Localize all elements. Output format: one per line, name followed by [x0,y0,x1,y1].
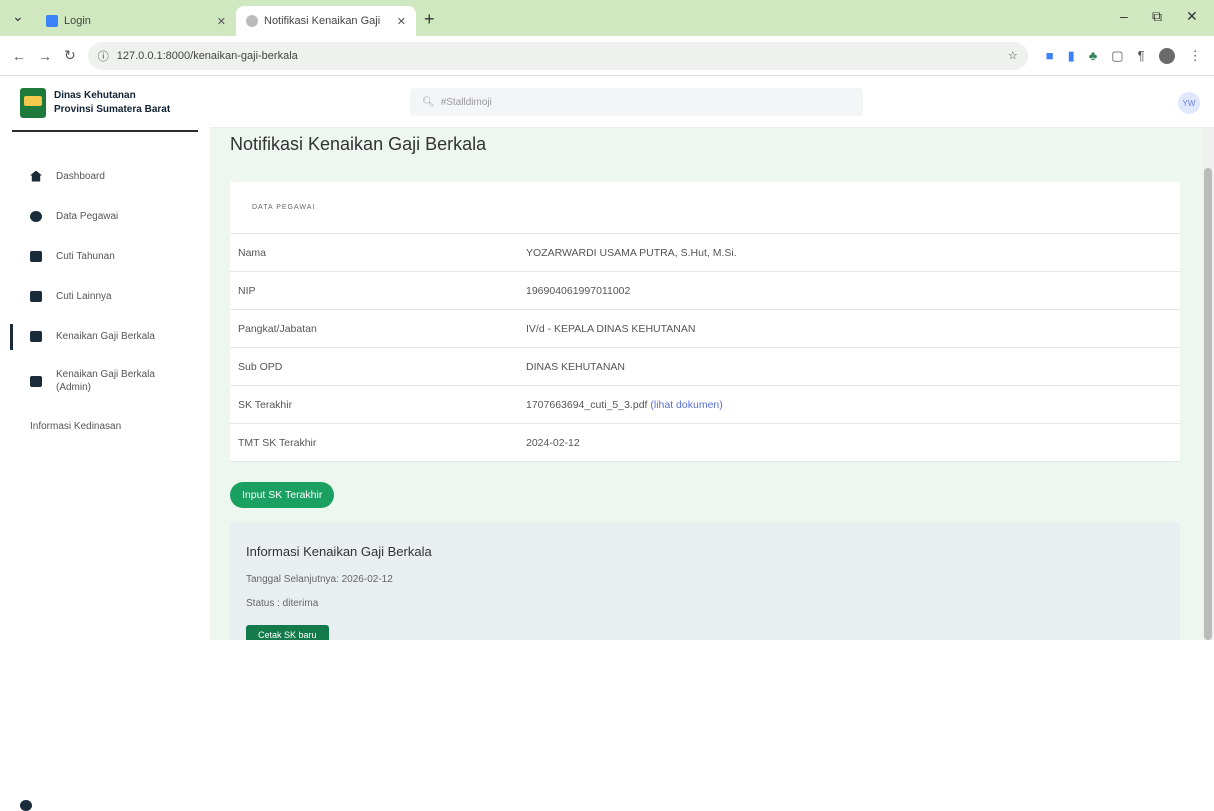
row-key: TMT SK Terakhir [238,436,317,449]
next-date: Tanggal Selanjutnya: 2026-02-12 [246,574,393,585]
row-key: Sub OPD [238,360,283,373]
table-row: Nama YOZARWARDI USAMA PUTRA, S.Hut, M.Si. [230,234,1180,272]
sidebar-item-informasi[interactable]: Informasi Kedinasan [0,406,210,811]
table-row: Pangkat/Jabatan IV/d - KEPALA DINAS KEHUT… [230,310,1180,348]
info-icon [20,800,32,811]
extension-icon[interactable]: ■ [1046,48,1054,63]
scrollbar-thumb[interactable] [1204,168,1212,640]
extension-icon[interactable]: ♣ [1089,48,1098,63]
folder-icon [30,290,42,302]
sidebar-item-label: Kenaikan Gaji Berkala [56,330,155,342]
url-text: 127.0.0.1:8000/kenaikan-gaji-berkala [116,49,298,62]
users-icon [30,210,42,222]
table-row: NIP 196904061997011002 [230,272,1180,310]
card-header: DATA PEGAWAI [230,182,1180,234]
tab-title: Notifikasi Kenaikan Gaji Berkala [264,15,384,27]
main-content: Notifikasi Kenaikan Gaji Berkala DATA PE… [210,128,1202,640]
browser-menu-icon[interactable]: ⋮ [1189,48,1202,64]
maximize-button[interactable]: ⧉ [1152,8,1162,25]
info-panel: Informasi Kenaikan Gaji Berkala Tanggal … [230,522,1180,640]
view-document-link[interactable]: (lihat dokumen) [650,399,722,411]
site-info-icon[interactable]: ⓘ [98,48,109,64]
logo [20,88,46,118]
app-topbar: 🔍︎ #Stalldimoji YW [210,76,1214,128]
folder-icon [30,250,42,262]
scrollbar[interactable] [1202,128,1214,640]
sidebar-item-label: Cuti Tahunan [56,250,115,262]
row-key: SK Terakhir [238,398,293,411]
row-value: 2024-02-12 [526,436,580,449]
sidebar-item-label: Kenaikan Gaji Berkala (Admin) [56,369,155,393]
user-avatar[interactable]: YW [1178,92,1200,114]
tab-close-icon[interactable]: ✕ [217,15,226,28]
sidebar-item-data-pegawai[interactable]: Data Pegawai [0,196,210,236]
brand-line1: Dinas Kehutanan [54,90,136,101]
page-favicon-icon [246,15,258,27]
row-key: NIP [238,284,256,297]
input-sk-button[interactable]: Input SK Terakhir [230,482,335,508]
extensions-bar: ■ ▮ ♣ ▢ ¶ ⋮ [1046,47,1202,64]
employee-card: DATA PEGAWAI Nama YOZARWARDI USAMA PUTRA,… [230,182,1180,462]
print-sk-button[interactable]: Cetak SK baru [246,625,329,640]
sidebar-item-kenaikan-gaji[interactable]: Kenaikan Gaji Berkala [0,316,210,356]
search-icon: 🔍︎ [422,96,435,108]
sidebar-item-dashboard[interactable]: Dashboard [0,156,210,196]
profile-avatar[interactable] [1158,47,1175,64]
tab-search-icon[interactable]: ⌄ [12,8,24,25]
address-bar-row: ← → ↻ ⓘ 127.0.0.1:8000/kenaikan-gaji-ber… [0,36,1214,76]
browser-tabbar: Login ✕ Notifikasi Kenaikan Gaji Berkala… [0,0,1214,36]
row-key: Pangkat/Jabatan [238,322,317,335]
sidebar-item-label: Data Pegawai [56,210,119,222]
table-row: SK Terakhir 1707663694_cuti_5_3.pdf (liha… [230,386,1180,424]
sidebar-item-kenaikan-gaji-admin[interactable]: Kenaikan Gaji Berkala (Admin) [0,356,210,406]
sidebar: Dinas Kehutanan Provinsi Sumatera Barat … [0,76,210,811]
back-icon[interactable]: ← [12,48,26,64]
url-field[interactable]: ⓘ 127.0.0.1:8000/kenaikan-gaji-berkala ☆ [87,41,1028,70]
tab-close-icon[interactable]: ✕ [397,15,406,28]
browser-tab-login[interactable]: Login ✕ [36,6,236,36]
login-favicon-icon [46,15,58,27]
minimize-button[interactable]: – [1120,8,1128,24]
row-value: IV/d - KEPALA DINAS KEHUTANAN [526,322,696,335]
tab-title: Login [64,15,91,27]
sidepanel-icon[interactable]: ▢ [1111,48,1123,64]
row-value: DINAS KEHUTANAN [526,360,625,373]
table-row: Sub OPD DINAS KEHUTANAN [230,348,1180,386]
sidebar-item-cuti-tahunan[interactable]: Cuti Tahunan [0,236,210,276]
page-title: Notifikasi Kenaikan Gaji Berkala [230,134,487,154]
close-window-button[interactable]: ✕ [1186,8,1198,25]
row-value: YOZARWARDI USAMA PUTRA, S.Hut, M.Si. [526,246,737,259]
row-key: Nama [238,246,267,259]
forward-icon[interactable]: → [38,48,52,64]
brand[interactable]: Dinas Kehutanan Provinsi Sumatera Barat [12,76,198,132]
status-text: Status : diterima [246,598,319,609]
info-title: Informasi Kenaikan Gaji Berkala [246,544,432,559]
bookmark-star-icon[interactable]: ☆ [1008,49,1018,62]
table-row: TMT SK Terakhir 2024-02-12 [230,424,1180,462]
search-placeholder: #Stalldimoji [440,96,492,108]
search-input[interactable]: 🔍︎ #Stalldimoji [410,88,863,116]
row-value: 196904061997011002 [526,284,631,297]
brand-line2: Provinsi Sumatera Barat [54,104,171,115]
home-icon [30,170,42,182]
extension-icon[interactable]: ▮ [1068,48,1075,64]
row-value: 1707663694_cuti_5_3.pdf [526,398,648,411]
new-tab-button[interactable]: + [424,9,435,30]
sidebar-item-label: Cuti Lainnya [56,290,112,302]
card-icon [30,330,42,342]
sidebar-item-cuti-lainnya[interactable]: Cuti Lainnya [0,276,210,316]
sidebar-item-label: Dashboard [56,170,105,182]
browser-tab-active[interactable]: Notifikasi Kenaikan Gaji Berkala ✕ [236,6,416,36]
extension-icon[interactable]: ¶ [1138,48,1145,63]
reload-icon[interactable]: ↻ [64,47,76,64]
sidebar-item-label: Informasi Kedinasan [30,420,122,432]
card-icon [30,375,42,387]
